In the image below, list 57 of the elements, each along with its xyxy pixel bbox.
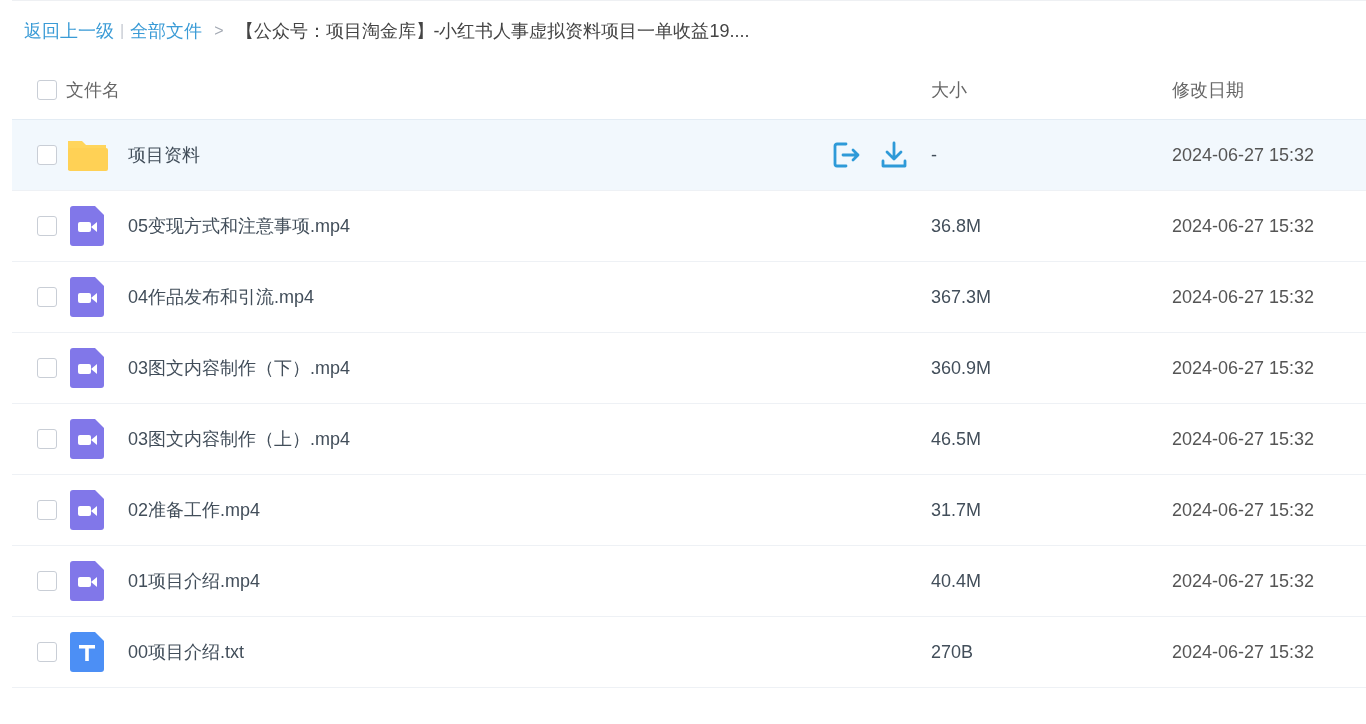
file-size: - bbox=[931, 144, 938, 166]
row-checkbox[interactable] bbox=[37, 429, 57, 449]
modified-date: 2024-06-27 15:32 bbox=[1172, 357, 1316, 379]
file-name[interactable]: 05变现方式和注意事项.mp4 bbox=[128, 214, 351, 238]
video-file-icon bbox=[70, 561, 104, 601]
column-header[interactable]: 修改日期 bbox=[1172, 78, 1366, 102]
select-all-checkbox[interactable] bbox=[37, 80, 57, 100]
file-name[interactable]: 00项目介绍.txt bbox=[128, 640, 245, 664]
column-header[interactable]: 大小 bbox=[931, 78, 1172, 102]
file-size: 270B bbox=[931, 641, 975, 663]
file-row[interactable]: 01项目介绍.mp4 40.4M 2024-06-27 15:32 bbox=[12, 546, 1366, 617]
breadcrumb-arrow: > bbox=[214, 22, 224, 40]
file-row[interactable]: 05变现方式和注意事项.mp4 36.8M 2024-06-27 15:32 bbox=[12, 191, 1366, 262]
row-checkbox[interactable] bbox=[37, 571, 57, 591]
row-checkbox[interactable] bbox=[37, 358, 57, 378]
share-icon[interactable] bbox=[831, 140, 861, 170]
column-header[interactable]: 文件名 bbox=[66, 78, 931, 102]
file-row[interactable]: 00项目介绍.txt 270B 2024-06-27 15:32 bbox=[12, 617, 1366, 688]
file-name[interactable]: 01项目介绍.mp4 bbox=[128, 569, 261, 593]
file-name[interactable]: 02准备工作.mp4 bbox=[128, 498, 261, 522]
modified-date: 2024-06-27 15:32 bbox=[1172, 144, 1316, 166]
file-name[interactable]: 项目资料 bbox=[128, 143, 200, 167]
file-row[interactable]: 03图文内容制作（下）.mp4 360.9M 2024-06-27 15:32 bbox=[12, 333, 1366, 404]
row-checkbox[interactable] bbox=[37, 216, 57, 236]
modified-date: 2024-06-27 15:32 bbox=[1172, 641, 1316, 663]
file-size: 36.8M bbox=[931, 215, 983, 237]
modified-date: 2024-06-27 15:32 bbox=[1172, 215, 1316, 237]
modified-date: 2024-06-27 15:32 bbox=[1172, 428, 1316, 450]
file-row[interactable]: 03图文内容制作（上）.mp4 46.5M 2024-06-27 15:32 bbox=[12, 404, 1366, 475]
modified-date: 2024-06-27 15:32 bbox=[1172, 570, 1316, 592]
file-row[interactable]: 02准备工作.mp4 31.7M 2024-06-27 15:32 bbox=[12, 475, 1366, 546]
file-size: 40.4M bbox=[931, 570, 983, 592]
row-checkbox[interactable] bbox=[37, 145, 57, 165]
video-file-icon bbox=[70, 348, 104, 388]
modified-date: 2024-06-27 15:32 bbox=[1172, 499, 1316, 521]
file-name[interactable]: 04作品发布和引流.mp4 bbox=[128, 285, 315, 309]
file-row[interactable]: 04作品发布和引流.mp4 367.3M 2024-06-27 15:32 bbox=[12, 262, 1366, 333]
file-size: 367.3M bbox=[931, 286, 993, 308]
file-row[interactable]: 项目资料 - 2024-06-27 15:32 bbox=[12, 119, 1366, 191]
folder-icon bbox=[66, 138, 108, 172]
download-icon[interactable] bbox=[879, 140, 909, 170]
current-folder-path: 【公众号：项目淘金库】-小红书人事虚拟资料项目一单收益19.... bbox=[235, 20, 750, 43]
text-file-icon bbox=[70, 632, 104, 672]
file-size: 46.5M bbox=[931, 428, 983, 450]
video-file-icon bbox=[70, 419, 104, 459]
row-checkbox[interactable] bbox=[37, 642, 57, 662]
file-size: 31.7M bbox=[931, 499, 983, 521]
modified-date: 2024-06-27 15:32 bbox=[1172, 286, 1316, 308]
video-file-icon bbox=[70, 206, 104, 246]
row-checkbox[interactable] bbox=[37, 500, 57, 520]
row-checkbox[interactable] bbox=[37, 287, 57, 307]
file-size: 360.9M bbox=[931, 357, 993, 379]
file-name[interactable]: 03图文内容制作（上）.mp4 bbox=[128, 427, 351, 451]
video-file-icon bbox=[70, 490, 104, 530]
file-name[interactable]: 03图文内容制作（下）.mp4 bbox=[128, 356, 351, 380]
video-file-icon bbox=[70, 277, 104, 317]
separator: | bbox=[120, 22, 125, 40]
